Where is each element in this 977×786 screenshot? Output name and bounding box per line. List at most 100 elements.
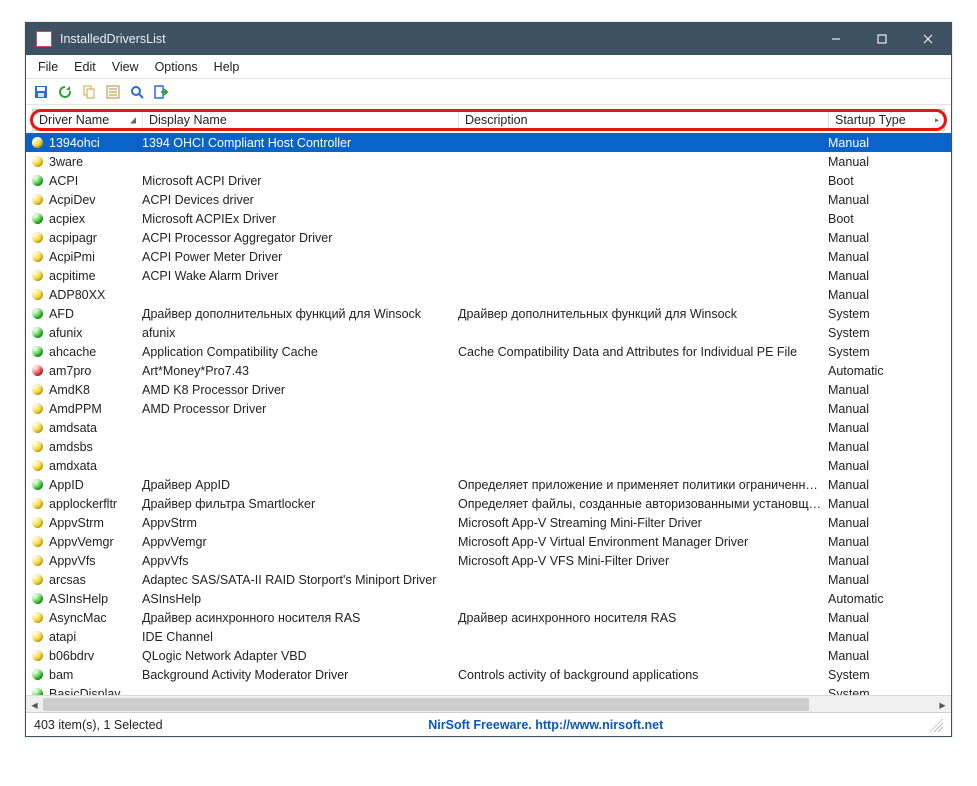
startup-type-cell: Manual [828, 155, 945, 169]
table-row[interactable]: atapiIDE ChannelManual [26, 627, 951, 646]
toolbar [26, 79, 951, 105]
statusbar: 403 item(s), 1 Selected NirSoft Freeware… [26, 712, 951, 736]
status-text: 403 item(s), 1 Selected [34, 718, 163, 732]
status-dot-icon [32, 213, 43, 224]
exit-icon[interactable] [152, 83, 170, 101]
table-row[interactable]: applockerfltrДрайвер фильтра Smartlocker… [26, 494, 951, 513]
scroll-thumb[interactable] [43, 698, 809, 711]
column-header-description[interactable]: Description [459, 110, 829, 130]
driver-name-cell: BasicDisplay [49, 687, 121, 696]
table-row[interactable]: AsyncMacДрайвер асинхронного носителя RA… [26, 608, 951, 627]
minimize-button[interactable] [813, 23, 859, 55]
display-name-cell: ACPI Devices driver [142, 193, 458, 207]
status-dot-icon [32, 555, 43, 566]
menubar: File Edit View Options Help [26, 55, 951, 79]
display-name-cell: AMD K8 Processor Driver [142, 383, 458, 397]
refresh-icon[interactable] [56, 83, 74, 101]
table-row[interactable]: acpiexMicrosoft ACPIEx DriverBoot [26, 209, 951, 228]
startup-type-cell: Manual [828, 516, 945, 530]
display-name-cell: Art*Money*Pro7.43 [142, 364, 458, 378]
description-cell: Cache Compatibility Data and Attributes … [458, 345, 828, 359]
driver-name-cell: amdxata [49, 459, 97, 473]
table-row[interactable]: AppvStrmAppvStrmMicrosoft App-V Streamin… [26, 513, 951, 532]
save-icon[interactable] [32, 83, 50, 101]
table-row[interactable]: AcpiPmiACPI Power Meter DriverManual [26, 247, 951, 266]
menu-options[interactable]: Options [147, 58, 206, 76]
status-dot-icon [32, 289, 43, 300]
column-header-label: Startup Type [835, 113, 906, 127]
status-dot-icon [32, 384, 43, 395]
driver-name-cell: AmdPPM [49, 402, 102, 416]
startup-type-cell: System [828, 307, 945, 321]
display-name-cell: AppvStrm [142, 516, 458, 530]
column-header-driver-name[interactable]: Driver Name ◢ [33, 110, 143, 130]
driver-name-cell: arcsas [49, 573, 86, 587]
driver-name-cell: amdsata [49, 421, 97, 435]
close-button[interactable] [905, 23, 951, 55]
credit-link[interactable]: NirSoft Freeware. http://www.nirsoft.net [428, 718, 663, 732]
menu-view[interactable]: View [104, 58, 147, 76]
table-row[interactable]: afunixafunixSystem [26, 323, 951, 342]
window-title: InstalledDriversList [60, 32, 166, 46]
driver-name-cell: amdsbs [49, 440, 93, 454]
column-header-display-name[interactable]: Display Name [143, 110, 459, 130]
driver-name-cell: ahcache [49, 345, 96, 359]
app-icon [36, 31, 52, 47]
table-row[interactable]: BasicDisplaySystem [26, 684, 951, 695]
scroll-left-button[interactable]: ◂ [26, 696, 43, 713]
status-dot-icon [32, 536, 43, 547]
table-row[interactable]: amdsataManual [26, 418, 951, 437]
scroll-right-button[interactable]: ▸ [934, 696, 951, 713]
startup-type-cell: Manual [828, 611, 945, 625]
startup-type-cell: Manual [828, 535, 945, 549]
startup-type-cell: Manual [828, 250, 945, 264]
status-dot-icon [32, 194, 43, 205]
properties-icon[interactable] [104, 83, 122, 101]
maximize-button[interactable] [859, 23, 905, 55]
status-dot-icon [32, 232, 43, 243]
table-row[interactable]: ACPIMicrosoft ACPI DriverBoot [26, 171, 951, 190]
table-row[interactable]: arcsasAdaptec SAS/SATA-II RAID Storport'… [26, 570, 951, 589]
description-cell: Определяет файлы, созданные авторизованн… [458, 497, 828, 511]
driver-list[interactable]: 1394ohci1394 OHCI Compliant Host Control… [26, 133, 951, 695]
table-row[interactable]: ahcacheApplication Compatibility CacheCa… [26, 342, 951, 361]
table-row[interactable]: 1394ohci1394 OHCI Compliant Host Control… [26, 133, 951, 152]
startup-type-cell: Manual [828, 573, 945, 587]
display-name-cell: ACPI Processor Aggregator Driver [142, 231, 458, 245]
table-row[interactable]: amdxataManual [26, 456, 951, 475]
startup-type-cell: System [828, 345, 945, 359]
table-row[interactable]: 3wareManual [26, 152, 951, 171]
status-dot-icon [32, 498, 43, 509]
table-row[interactable]: acpitimeACPI Wake Alarm DriverManual [26, 266, 951, 285]
resize-grip-icon[interactable] [929, 718, 943, 732]
overflow-indicator-icon: ▸ [935, 116, 939, 125]
table-row[interactable]: AFDДрайвер дополнительных функций для Wi… [26, 304, 951, 323]
status-dot-icon [32, 650, 43, 661]
horizontal-scrollbar[interactable]: ◂ ▸ [26, 695, 951, 712]
startup-type-cell: Boot [828, 212, 945, 226]
table-row[interactable]: acpipagrACPI Processor Aggregator Driver… [26, 228, 951, 247]
table-row[interactable]: AcpiDevACPI Devices driverManual [26, 190, 951, 209]
menu-edit[interactable]: Edit [66, 58, 104, 76]
table-row[interactable]: ADP80XXManual [26, 285, 951, 304]
table-row[interactable]: AppIDДрайвер AppIDОпределяет приложение … [26, 475, 951, 494]
display-name-cell: ACPI Wake Alarm Driver [142, 269, 458, 283]
scroll-track[interactable] [43, 696, 934, 713]
table-row[interactable]: AmdK8AMD K8 Processor DriverManual [26, 380, 951, 399]
table-row[interactable]: AppvVfsAppvVfsMicrosoft App-V VFS Mini-F… [26, 551, 951, 570]
table-row[interactable]: am7proArt*Money*Pro7.43Automatic [26, 361, 951, 380]
column-header-startup-type[interactable]: Startup Type ▸ [829, 110, 944, 130]
table-row[interactable]: AmdPPMAMD Processor DriverManual [26, 399, 951, 418]
titlebar[interactable]: InstalledDriversList [26, 23, 951, 55]
menu-help[interactable]: Help [206, 58, 248, 76]
table-row[interactable]: AppvVemgrAppvVemgrMicrosoft App-V Virtua… [26, 532, 951, 551]
description-cell: Controls activity of background applicat… [458, 668, 828, 682]
table-row[interactable]: b06bdrvQLogic Network Adapter VBDManual [26, 646, 951, 665]
find-icon[interactable] [128, 83, 146, 101]
table-row[interactable]: amdsbsManual [26, 437, 951, 456]
table-row[interactable]: ASInsHelpASInsHelpAutomatic [26, 589, 951, 608]
copy-icon[interactable] [80, 83, 98, 101]
table-row[interactable]: bamBackground Activity Moderator DriverC… [26, 665, 951, 684]
status-dot-icon [32, 460, 43, 471]
menu-file[interactable]: File [30, 58, 66, 76]
